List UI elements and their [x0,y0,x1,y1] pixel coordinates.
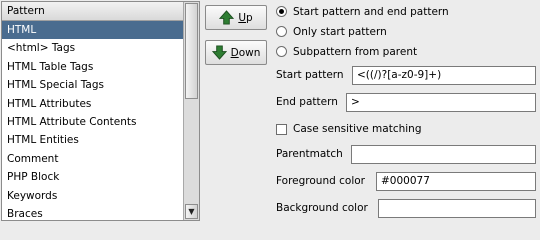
up-button[interactable]: Up [205,5,267,30]
radio-subpattern-label: Subpattern from parent [293,45,418,58]
pattern-column-header[interactable]: Pattern [2,2,183,21]
radio-subpattern-indicator[interactable] [276,46,287,57]
list-item[interactable]: HTML Attribute Contents [2,113,183,131]
background-color-input[interactable] [378,199,536,218]
pattern-list[interactable]: Pattern HTML <html> Tags HTML Table Tags HT… [1,1,200,221]
background-color-label: Background color [276,202,368,214]
list-item[interactable]: <html> Tags [2,39,183,57]
end-pattern-input[interactable]: > [346,93,536,112]
radio-start-end-pattern[interactable]: Start pattern and end pattern [276,3,449,20]
list-item[interactable]: HTML Table Tags [2,58,183,76]
list-item[interactable]: HTML Entities [2,131,183,149]
list-item[interactable]: HTML [2,21,183,40]
list-item[interactable]: HTML Special Tags [2,76,183,94]
list-item[interactable]: Braces [2,205,183,220]
foreground-color-label: Foreground color [276,175,365,187]
end-pattern-label: End pattern [276,96,338,108]
start-pattern-input[interactable]: <((/)?[a-z0-9]+) [352,66,536,85]
radio-start-end-indicator[interactable] [276,6,287,17]
list-item[interactable]: PHP Block [2,168,183,186]
case-sensitive-checkbox-row[interactable]: Case sensitive matching [276,121,422,137]
foreground-color-input[interactable]: #000077 [376,172,536,191]
arrow-up-icon [219,10,235,25]
list-scrollbar[interactable]: ▼ [183,2,199,220]
pattern-list-rows: HTML <html> Tags HTML Table Tags HTML Speci… [2,21,183,220]
list-item[interactable]: Keywords [2,187,183,205]
list-item[interactable]: HTML Attributes [2,95,183,113]
parentmatch-input[interactable] [351,145,536,164]
parentmatch-label: Parentmatch [276,148,343,160]
radio-start-end-label: Start pattern and end pattern [293,5,449,18]
down-button[interactable]: Down [205,40,267,65]
start-pattern-label: Start pattern [276,69,344,81]
list-item[interactable]: Comment [2,150,183,168]
case-sensitive-label: Case sensitive matching [293,123,422,135]
radio-only-start-label: Only start pattern [293,25,387,38]
case-sensitive-checkbox[interactable] [276,123,287,135]
up-button-label: Up [238,11,253,24]
radio-only-start-pattern[interactable]: Only start pattern [276,23,387,40]
scrollbar-thumb[interactable] [185,3,198,99]
arrow-down-icon [211,45,227,60]
radio-subpattern-from-parent[interactable]: Subpattern from parent [276,43,417,60]
down-button-label: Down [230,46,261,59]
radio-only-start-indicator[interactable] [276,26,287,37]
scroll-down-arrow-icon[interactable]: ▼ [185,204,198,219]
